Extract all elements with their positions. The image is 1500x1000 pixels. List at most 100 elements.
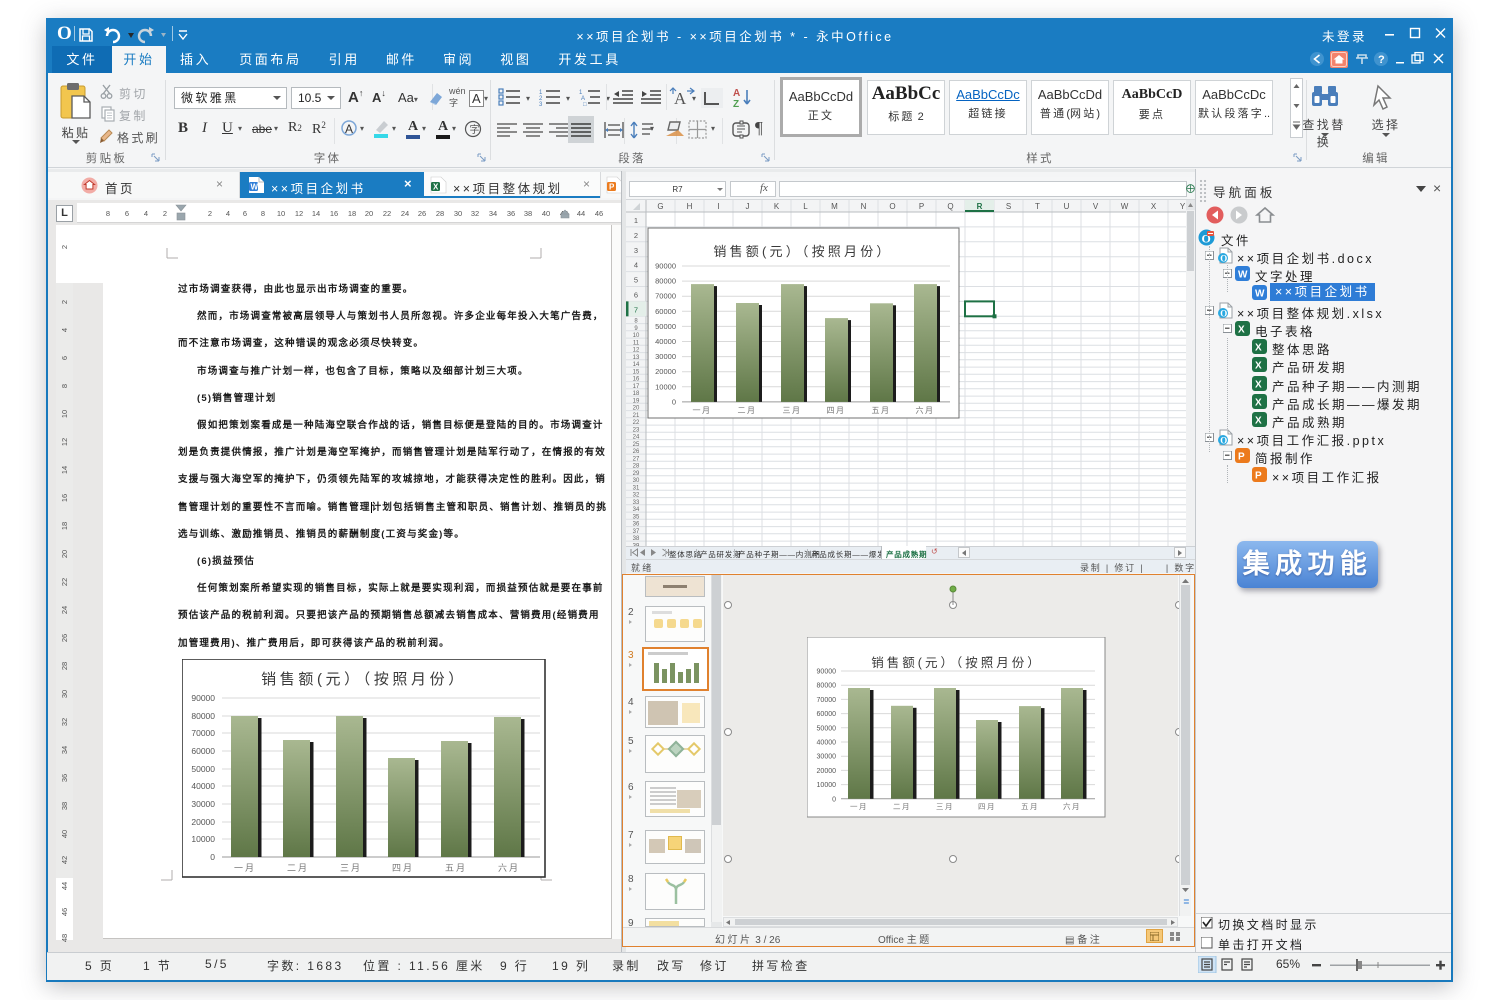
svg-text:N: N [861,202,867,211]
svg-text:T: T [1035,202,1040,211]
svg-text:20: 20 [365,209,373,218]
svg-text:20000: 20000 [191,817,215,827]
svg-text:销售额(元）（按照月份）: 销售额(元）（按照月份） [713,244,892,259]
svg-text:44: 44 [577,209,585,218]
svg-text:H: H [687,202,693,211]
svg-text:90000: 90000 [655,262,676,271]
svg-text:O: O [57,23,72,44]
svg-text:80000: 80000 [191,711,215,721]
svg-text:J: J [746,202,750,211]
svg-text:X: X [1255,416,1262,427]
svg-text:O: O [1220,308,1227,318]
svg-text:50000: 50000 [655,322,676,331]
svg-text:30: 30 [60,690,69,698]
svg-text:70000: 70000 [655,292,676,301]
svg-text:10: 10 [60,410,69,418]
svg-text:S: S [1006,202,1011,211]
svg-text:10: 10 [633,333,640,339]
svg-text:90000: 90000 [191,693,215,703]
svg-text:X: X [1255,379,1262,390]
svg-text:10000: 10000 [191,834,215,844]
svg-text:34: 34 [60,746,69,754]
svg-text:三月: 三月 [783,406,802,415]
svg-text:A: A [674,89,687,108]
svg-text:□: □ [583,102,587,106]
svg-text:35: 35 [633,514,640,520]
svg-text:G: G [657,202,663,211]
svg-text:四月: 四月 [392,863,414,873]
svg-text:15: 15 [633,369,640,375]
svg-text:10000: 10000 [655,382,676,391]
svg-text:28: 28 [60,662,69,670]
svg-text:Y: Y [1180,202,1186,211]
svg-text:31: 31 [633,485,640,491]
svg-text:12: 12 [633,348,640,354]
svg-text:0: 0 [210,852,215,862]
svg-text:4: 4 [226,209,230,218]
svg-text:W: W [1255,288,1265,299]
svg-text:16: 16 [330,209,338,218]
svg-text:2: 2 [60,245,69,249]
svg-text:W: W [1238,270,1248,281]
svg-text:16: 16 [633,377,640,383]
svg-text:21: 21 [633,413,640,419]
svg-text:六月: 六月 [916,405,935,415]
svg-text:2: 2 [60,300,69,304]
svg-text:16: 16 [60,494,69,502]
svg-text:二月: 二月 [738,406,757,415]
svg-text:X: X [1255,397,1262,408]
svg-text:4: 4 [144,209,148,218]
svg-text:6: 6 [125,209,129,218]
svg-text:3: 3 [634,246,638,255]
svg-text:7: 7 [634,305,638,314]
svg-text:46: 46 [60,908,69,916]
svg-text:14: 14 [312,209,320,218]
svg-text:12: 12 [60,438,69,446]
svg-text:五月: 五月 [445,863,467,873]
svg-text:R: R [977,202,983,211]
svg-text:40000: 40000 [655,337,676,346]
svg-text:20000: 20000 [655,367,676,376]
svg-text:14: 14 [633,362,640,368]
svg-text:38: 38 [524,209,532,218]
svg-text:20: 20 [633,406,640,412]
svg-text:30: 30 [633,478,640,484]
svg-text:一月: 一月 [693,406,712,415]
svg-text:80000: 80000 [655,277,676,286]
svg-text:U: U [1064,202,1070,211]
svg-text:44: 44 [60,882,69,890]
svg-text:字: 字 [470,123,480,136]
svg-text:10: 10 [277,209,285,218]
svg-text:30000: 30000 [655,352,676,361]
svg-text:36: 36 [60,774,69,782]
svg-text:X: X [433,183,439,192]
svg-text:30: 30 [454,209,462,218]
svg-text:60000: 60000 [655,307,676,316]
svg-text:38: 38 [633,536,640,542]
svg-text:32: 32 [60,718,69,726]
svg-text:30000: 30000 [191,799,215,809]
svg-text:P: P [1255,470,1262,481]
svg-text:1: 1 [634,216,638,225]
svg-text:12: 12 [295,209,303,218]
svg-text:3: 3 [539,102,543,106]
svg-text:2: 2 [634,231,638,240]
svg-text:V: V [1093,202,1099,211]
svg-text:40: 40 [542,209,550,218]
svg-text:14: 14 [60,466,69,474]
svg-text:50000: 50000 [191,764,215,774]
svg-text:27: 27 [633,456,640,462]
svg-text:34: 34 [633,507,640,513]
svg-text:M: M [831,202,838,211]
svg-text:70000: 70000 [191,728,215,738]
svg-text:28: 28 [436,209,444,218]
svg-text:Z: Z [733,99,739,110]
svg-text:26: 26 [60,634,69,642]
svg-text:6: 6 [634,291,638,300]
svg-text:三月: 三月 [340,863,362,873]
svg-text:40000: 40000 [191,781,215,791]
svg-text:8: 8 [261,209,265,218]
svg-text:4: 4 [634,261,638,270]
svg-text:6: 6 [243,209,247,218]
svg-text:24: 24 [633,435,640,441]
